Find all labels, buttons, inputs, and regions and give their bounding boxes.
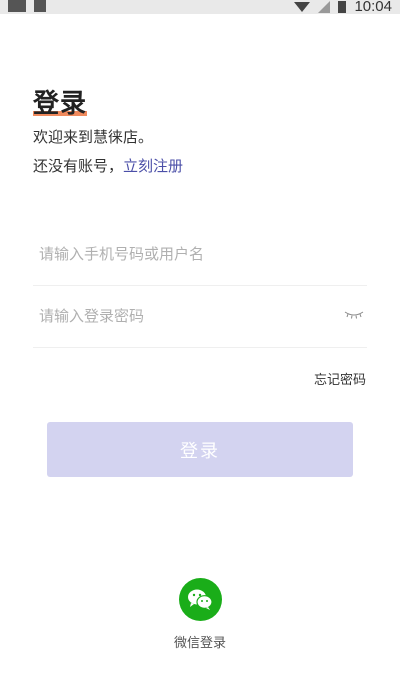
phone-field — [33, 224, 367, 286]
wechat-icon — [188, 589, 213, 610]
page-title-block: 登录 — [33, 83, 87, 120]
page-title: 登录 — [33, 89, 88, 119]
no-account-text: 还没有账号， — [33, 157, 124, 175]
notification-icon — [8, 0, 26, 12]
forgot-password-link[interactable]: 忘记密码 — [314, 369, 366, 388]
notification-icon — [34, 0, 46, 12]
register-prompt: 还没有账号，立刻注册 — [33, 155, 183, 176]
status-indicators: 10:04 — [294, 0, 392, 14]
status-notifications — [8, 0, 46, 12]
status-bar: 10:04 — [0, 0, 400, 14]
wechat-login-button[interactable] — [179, 578, 222, 621]
welcome-text: 欢迎来到慧徕店。 — [33, 128, 154, 146]
battery-icon — [338, 1, 347, 13]
password-field — [33, 286, 367, 348]
password-input[interactable] — [39, 300, 339, 332]
login-button[interactable]: 登录 — [47, 422, 353, 477]
login-screen: 10:04 登录 欢迎来到慧徕店。 还没有账号，立刻注册 忘记密码 登录 — [0, 0, 400, 687]
register-link[interactable]: 立刻注册 — [123, 157, 183, 175]
wechat-login-label: 微信登录 — [173, 636, 226, 651]
wifi-icon — [294, 2, 311, 12]
eye-closed-icon[interactable] — [344, 310, 364, 320]
status-time: 10:04 — [354, 0, 392, 15]
signal-icon — [318, 1, 331, 13]
phone-input[interactable] — [39, 238, 339, 270]
